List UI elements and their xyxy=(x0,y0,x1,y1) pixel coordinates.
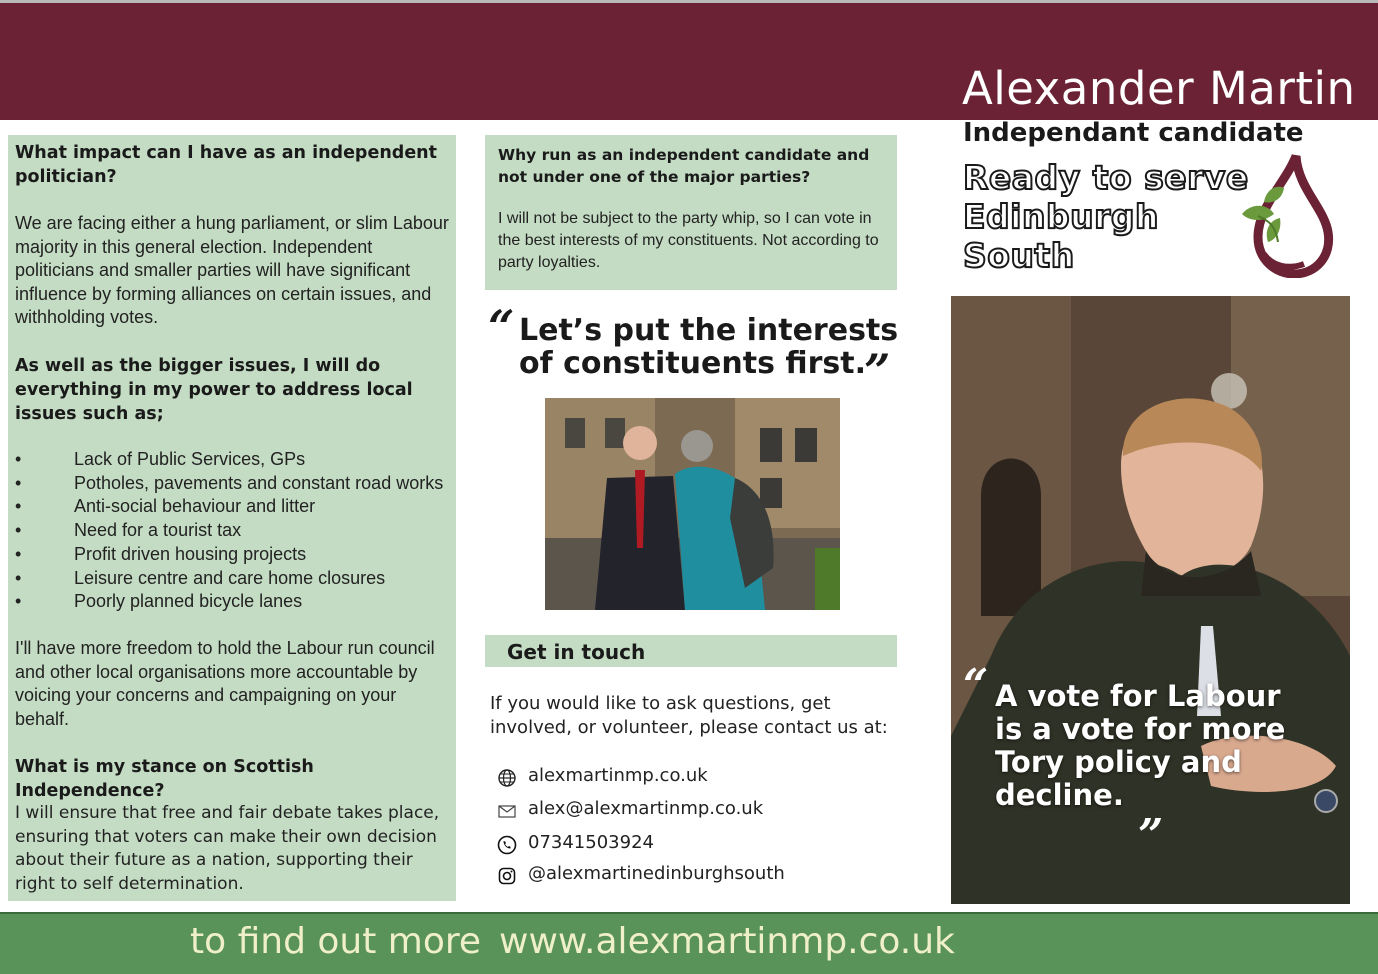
left-info-panel: What impact can I have as an independent… xyxy=(8,135,456,901)
independence-heading: What is my stance on Scottish Independen… xyxy=(15,757,314,801)
list-item: Poorly planned bicycle lanes xyxy=(15,590,455,614)
canvassing-photo xyxy=(545,398,840,610)
list-item: Anti-social behaviour and litter xyxy=(15,495,455,519)
open-quote-mark: “ xyxy=(488,300,515,354)
independence-paragraph: I will ensure that free and fair debate … xyxy=(15,803,440,894)
list-item: Lack of Public Services, GPs xyxy=(15,448,455,472)
email-text[interactable]: alex@alexmartinmp.co.uk xyxy=(528,798,763,819)
why-independent-panel: Why run as an independent candidate and … xyxy=(485,135,897,290)
instagram-text[interactable]: @alexmartinedinburghsouth xyxy=(528,863,785,884)
website-text[interactable]: alexmartinmp.co.uk xyxy=(528,765,708,786)
envelope-icon xyxy=(498,805,516,818)
contact-phone[interactable]: 07341503924 xyxy=(497,832,897,858)
footer-url-link[interactable]: www.alexmartinmp.co.uk xyxy=(499,921,955,962)
why-paragraph: I will not be subject to the party whip,… xyxy=(498,210,879,271)
slogan-line: Ready to serve xyxy=(962,157,1249,198)
globe-icon xyxy=(498,769,516,787)
drop-leaf-logo xyxy=(1242,154,1334,278)
list-item: Profit driven housing projects xyxy=(15,543,455,567)
open-quote-mark: “ xyxy=(963,660,989,711)
slogan-line: South xyxy=(962,235,1075,276)
footer-prefix: to find out more xyxy=(190,921,482,962)
contact-intro: If you would like to ask questions, get … xyxy=(490,693,888,738)
local-issues-list: Lack of Public Services, GPs Potholes, p… xyxy=(15,448,455,614)
phone-icon xyxy=(497,835,517,855)
slogan: Ready to serve Edinburgh South xyxy=(962,157,1263,276)
close-quote-mark: ” xyxy=(1138,810,1164,861)
list-item: Need for a tourist tax xyxy=(15,519,455,543)
list-item: Leisure centre and care home closures xyxy=(15,567,455,591)
footer-bar: to find out more www.alexmartinmp.co.uk xyxy=(0,912,1378,974)
footer-text: to find out more www.alexmartinmp.co.uk xyxy=(190,921,955,962)
phone-text[interactable]: 07341503924 xyxy=(528,832,654,853)
impact-heading: What impact can I have as an independent… xyxy=(15,143,438,187)
list-item: Potholes, pavements and constant road wo… xyxy=(15,472,455,496)
candidate-subtitle: Independant candidate xyxy=(963,118,1304,148)
quote-text: Let’s put the interests of constituents … xyxy=(519,313,899,381)
canvassing-photo-illustration xyxy=(545,398,840,610)
instagram-icon xyxy=(498,867,516,885)
get-in-touch-bar: Get in touch xyxy=(485,635,897,667)
contact-email[interactable]: alex@alexmartinmp.co.uk xyxy=(497,798,897,824)
get-in-touch-title: Get in touch xyxy=(507,640,646,664)
candidate-name: Alexander Martin xyxy=(962,62,1356,115)
impact-paragraph: We are facing either a hung parliament, … xyxy=(15,213,449,328)
local-issues-heading: As well as the bigger issues, I will do … xyxy=(15,356,413,424)
freedom-paragraph: I'll have more freedom to hold the Labou… xyxy=(15,638,435,729)
quote-text: A vote for Labour is a vote for more Tor… xyxy=(995,679,1286,812)
slogan-line: Edinburgh xyxy=(962,196,1159,237)
why-heading: Why run as an independent candidate and … xyxy=(498,146,870,186)
contact-instagram[interactable]: @alexmartinedinburghsouth xyxy=(497,863,897,889)
close-quote-mark: ” xyxy=(864,344,891,398)
contact-website[interactable]: alexmartinmp.co.uk xyxy=(497,765,897,791)
